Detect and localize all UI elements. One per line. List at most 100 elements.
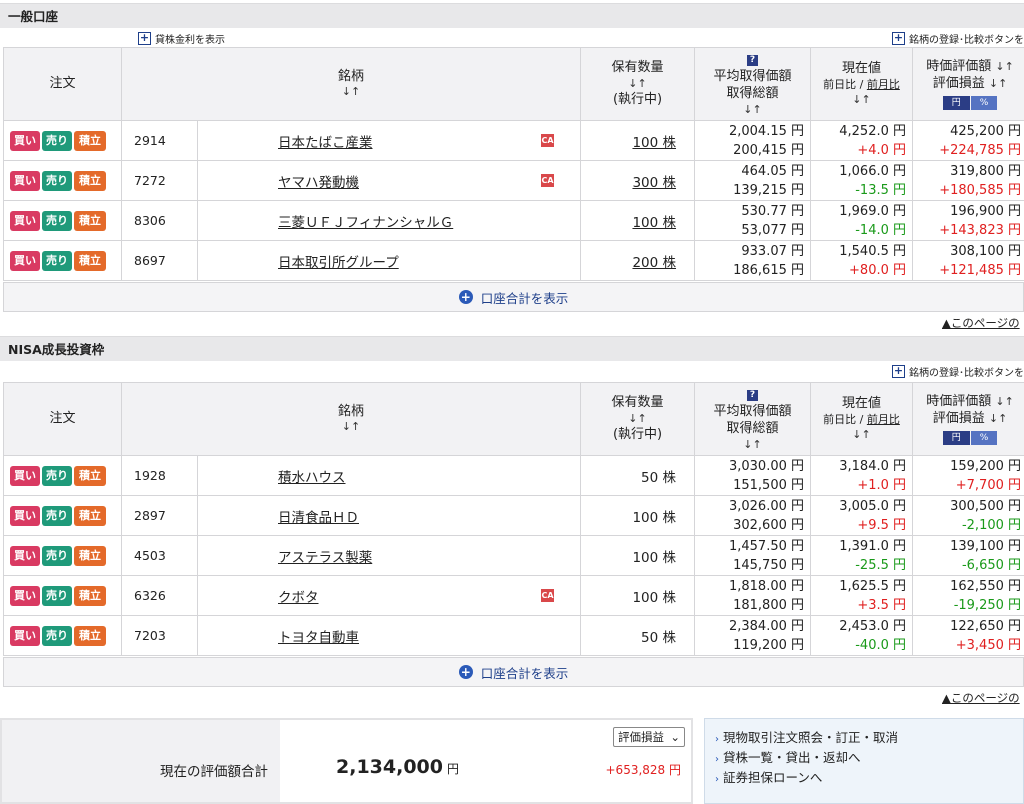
sort-icon[interactable]: ↓↑ (581, 412, 694, 427)
buy-button[interactable]: 買い (10, 130, 40, 151)
stock-name-link[interactable]: トヨタ自動車 (278, 626, 359, 646)
stock-name-link[interactable]: クボタ (278, 586, 319, 606)
quantity-cell[interactable]: 100 株 (580, 120, 696, 161)
sort-icon[interactable]: ↓↑ (695, 103, 810, 118)
sell-button[interactable]: 売り (42, 465, 72, 486)
percent-toggle[interactable]: % (970, 95, 998, 110)
account-total-toggle[interactable]: + 口座合計を表示 (3, 282, 1024, 312)
total-cost: 151,500 円 (733, 477, 805, 493)
stock-name-link[interactable]: 日本たばこ産業 (278, 131, 373, 151)
header-market-value[interactable]: 時価評価額 ↓↑ 評価損益 ↓↑ 円% (912, 382, 1024, 456)
corporate-action-icon[interactable]: CA (541, 589, 555, 602)
avg-cost: 933.07 円 (741, 243, 805, 259)
prev-month-link[interactable]: 前月比 (867, 78, 900, 91)
help-icon[interactable]: ? (747, 55, 759, 67)
accumulate-button[interactable]: 積立 (74, 625, 106, 646)
cost-cell: 933.07 円 186,615 円 (694, 240, 812, 281)
sell-button[interactable]: 売り (42, 170, 72, 191)
market-value: 159,200 円 (950, 458, 1022, 474)
header-avg-cost[interactable]: ? 平均取得価額 取得総額 ↓↑ (694, 382, 812, 456)
buy-button[interactable]: 買い (10, 465, 40, 486)
accumulate-button[interactable]: 積立 (74, 130, 106, 151)
sell-button[interactable]: 売り (42, 625, 72, 646)
buy-button[interactable]: 買い (10, 545, 40, 566)
register-compare-toggle[interactable]: + 銘柄の登録･比較ボタンを (892, 31, 1024, 46)
sell-button[interactable]: 売り (42, 130, 72, 151)
quantity[interactable]: 300 株 (632, 175, 676, 191)
sell-button[interactable]: 売り (42, 505, 72, 526)
sort-icon[interactable]: ↓↑ (995, 60, 1013, 73)
percent-toggle[interactable]: % (970, 430, 998, 445)
register-compare-toggle[interactable]: + 銘柄の登録･比較ボタンを (892, 364, 1024, 379)
accumulate-button[interactable]: 積立 (74, 505, 106, 526)
accumulate-button[interactable]: 積立 (74, 465, 106, 486)
total-metric-select[interactable]: 評価損益 ⌄ (613, 727, 685, 747)
page-top-link[interactable]: ▲このページの (942, 690, 1020, 706)
stock-name-link[interactable]: 積水ハウス (278, 466, 346, 486)
corporate-action-icon[interactable]: CA (541, 134, 555, 147)
stock-code: 4503 (121, 535, 198, 576)
sort-icon[interactable]: ↓↑ (811, 428, 912, 443)
prev-month-link[interactable]: 前月比 (867, 413, 900, 426)
sort-icon[interactable]: ↓↑ (695, 438, 810, 453)
sell-button[interactable]: 売り (42, 250, 72, 271)
header-current-price[interactable]: 現在値 前日比 / 前月比 ↓↑ (810, 47, 914, 121)
buy-button[interactable]: 買い (10, 210, 40, 231)
buy-button[interactable]: 買い (10, 585, 40, 606)
header-avg-cost[interactable]: ? 平均取得価額 取得総額 ↓↑ (694, 47, 812, 121)
accumulate-button[interactable]: 積立 (74, 170, 106, 191)
buy-button[interactable]: 買い (10, 505, 40, 526)
link-securities-loan[interactable]: › 証券担保ローンへ (715, 769, 1023, 789)
quantity-cell[interactable]: 100 株 (580, 200, 696, 241)
stock-name-link[interactable]: 日本取引所グループ (278, 251, 399, 271)
sell-button[interactable]: 売り (42, 210, 72, 231)
stock-name-cell: 日本たばこ産業 CA (196, 120, 582, 161)
yen-toggle[interactable]: 円 (942, 95, 970, 110)
nisa-subbar: + 銘柄の登録･比較ボタンを (0, 362, 1024, 379)
link-stock-lending[interactable]: › 貸株一覧・貸出・返却へ (715, 749, 1023, 769)
quantity-cell[interactable]: 300 株 (580, 160, 696, 201)
accumulate-button[interactable]: 積立 (74, 585, 106, 606)
header-current-price[interactable]: 現在値 前日比 / 前月比 ↓↑ (810, 382, 914, 456)
lending-rate-toggle[interactable]: + 貸株金利を表示 (138, 31, 225, 46)
corporate-action-icon[interactable]: CA (541, 174, 555, 187)
account-total-toggle[interactable]: + 口座合計を表示 (3, 657, 1024, 687)
header-name[interactable]: 銘柄 ↓↑ (120, 382, 582, 456)
quantity-cell[interactable]: 200 株 (580, 240, 696, 281)
accumulate-button[interactable]: 積立 (74, 545, 106, 566)
sort-icon[interactable]: ↓↑ (995, 395, 1013, 408)
link-order-inquiry[interactable]: › 現物取引注文照会・訂正・取消 (715, 729, 1023, 749)
quantity[interactable]: 200 株 (632, 255, 676, 271)
stock-name-link[interactable]: 日清食品ＨＤ (278, 506, 359, 526)
page-top-link[interactable]: ▲このページの (942, 315, 1020, 331)
header-name[interactable]: 銘柄 ↓↑ (120, 47, 582, 121)
valuation-cell: 196,900 円 +143,823 円 (912, 200, 1024, 241)
sell-button[interactable]: 売り (42, 545, 72, 566)
sort-icon[interactable]: ↓↑ (122, 420, 580, 435)
accumulate-button[interactable]: 積立 (74, 250, 106, 271)
yen-toggle[interactable]: 円 (942, 430, 970, 445)
buy-button[interactable]: 買い (10, 250, 40, 271)
stock-code: 2897 (121, 495, 198, 536)
sort-icon[interactable]: ↓↑ (989, 412, 1007, 425)
help-icon[interactable]: ? (747, 390, 759, 402)
stock-name-link[interactable]: アステラス製薬 (278, 546, 372, 566)
header-quantity[interactable]: 保有数量 ↓↑ (執行中) (580, 47, 696, 121)
cost-cell: 464.05 円 139,215 円 (694, 160, 812, 201)
header-quantity[interactable]: 保有数量 ↓↑ (執行中) (580, 382, 696, 456)
order-buttons: 買い 売り 積立 (3, 200, 122, 241)
sell-button[interactable]: 売り (42, 585, 72, 606)
sort-icon[interactable]: ↓↑ (122, 85, 580, 100)
buy-button[interactable]: 買い (10, 170, 40, 191)
stock-name-link[interactable]: ヤマハ発動機 (278, 171, 359, 191)
accumulate-button[interactable]: 積立 (74, 210, 106, 231)
sort-icon[interactable]: ↓↑ (581, 77, 694, 92)
header-market-value[interactable]: 時価評価額 ↓↑ 評価損益 ↓↑ 円% (912, 47, 1024, 121)
stock-name-link[interactable]: 三菱ＵＦＪフィナンシャルＧ (278, 211, 453, 231)
current-price: 1,969.0 円 (839, 203, 907, 219)
sort-icon[interactable]: ↓↑ (989, 77, 1007, 90)
sort-icon[interactable]: ↓↑ (811, 93, 912, 108)
quantity[interactable]: 100 株 (632, 215, 676, 231)
buy-button[interactable]: 買い (10, 625, 40, 646)
quantity[interactable]: 100 株 (632, 135, 676, 151)
